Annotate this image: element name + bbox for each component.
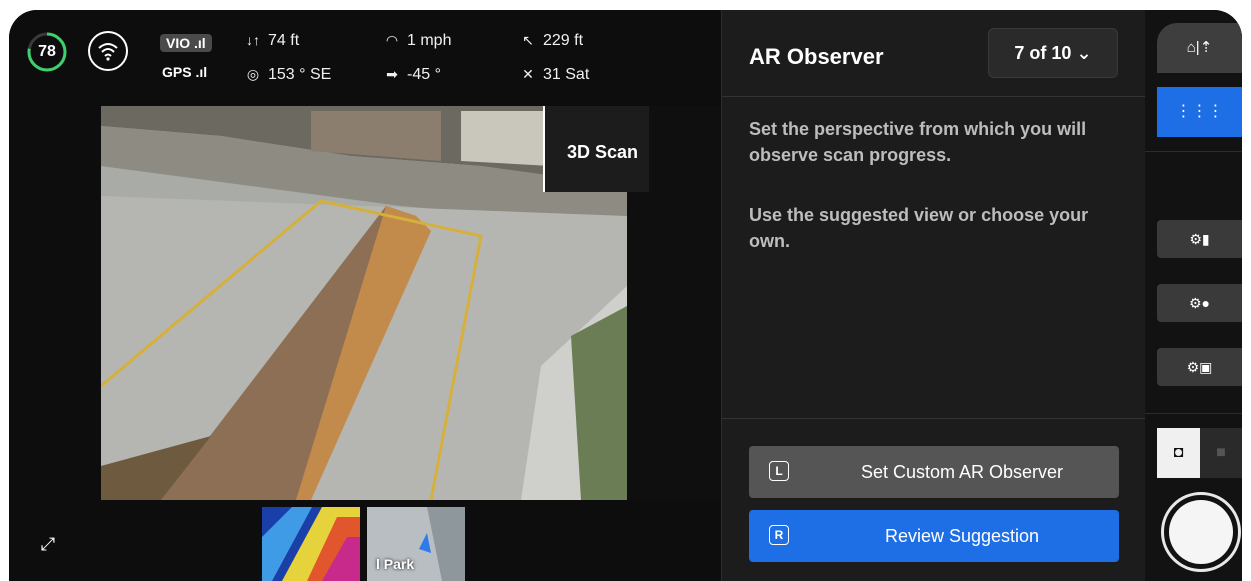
rail-divider (1145, 151, 1242, 152)
map-place-label: l Park (376, 556, 415, 572)
step-selector[interactable]: 7 of 10 ⌄ (988, 28, 1118, 78)
description-perspective: Set the perspective from which you will … (749, 119, 1087, 165)
map-settings-icon: ⚙▮ (1189, 231, 1210, 247)
altitude-readout: ↓↑ 74 ft (244, 32, 299, 50)
signal-button[interactable] (88, 31, 128, 71)
speed-readout: ◠ 1 mph (383, 32, 452, 50)
camera-settings-button[interactable]: ⚙▣ (1157, 348, 1242, 386)
distance-readout: ↖ 229 ft (519, 32, 583, 50)
satellite-value: 31 Sat (543, 66, 590, 83)
wifi-icon (98, 43, 118, 61)
home-upload-icon: ⌂|⇡ (1186, 39, 1213, 56)
thermal-thumbnail[interactable] (262, 507, 360, 581)
shutter-button[interactable] (1169, 500, 1233, 564)
camera-settings-icon: ⚙▣ (1186, 359, 1213, 375)
speedometer-icon: ◠ (385, 32, 399, 48)
vio-signal: VIO .ıl (160, 34, 212, 52)
map-settings-button[interactable]: ⚙▮ (1157, 220, 1242, 258)
return-home-button[interactable]: ⌂|⇡ (1157, 23, 1242, 73)
r-key-icon: R (769, 525, 789, 545)
gps-signal: GPS .ıl (162, 64, 208, 80)
panel-divider (722, 96, 1146, 97)
photo-mode-button[interactable]: ◘ (1157, 428, 1200, 478)
heading-value: 153 ° SE (268, 66, 332, 83)
bottom-strip (9, 500, 721, 581)
app-grid-button[interactable]: ⋮⋮⋮ (1157, 87, 1242, 137)
grid-icon: ⋮⋮⋮ (1175, 103, 1224, 120)
thermal-image (262, 507, 360, 581)
flight-settings-button[interactable]: ⚙● (1157, 284, 1242, 322)
satellite-icon: ✕ (522, 66, 534, 82)
set-custom-ar-observer-button[interactable]: L Set Custom AR Observer (749, 446, 1119, 498)
home-distance-icon: ↖ (522, 32, 534, 48)
camera-icon: ◘ (1173, 444, 1184, 461)
speed-value: 1 mph (407, 32, 452, 49)
distance-value: 229 ft (543, 32, 584, 49)
chevron-down-icon: ⌄ (1076, 43, 1092, 63)
right-rail: ⌂|⇡ ⋮⋮⋮ ⚙▮ ⚙● ⚙▣ ◘ ■ (1145, 10, 1242, 581)
heading-readout: ◎ 153 ° SE (244, 66, 331, 84)
description-choice: Use the suggested view or choose your ow… (749, 205, 1089, 251)
step-label: 7 of 10 (1014, 43, 1072, 63)
video-mode-button[interactable]: ■ (1200, 428, 1242, 478)
panel-divider-bottom (722, 418, 1146, 419)
panel-title: AR Observer (749, 44, 884, 69)
satellite-readout: ✕ 31 Sat (519, 66, 589, 84)
scan-mode-label: 3D Scan (543, 106, 649, 192)
camera-left-margin (9, 106, 101, 500)
gimbal-value: -45 ° (407, 66, 441, 83)
l-key-icon: L (769, 461, 789, 481)
set-custom-label: Set Custom AR Observer (860, 462, 1064, 482)
review-suggestion-label: Review Suggestion (884, 526, 1040, 546)
telemetry-bar: 78 VIO .ıl GPS .ıl ↓↑ 74 ft ◎ 153 ° SE ◠ 1 … (9, 10, 721, 106)
flight-settings-icon: ⚙● (1188, 295, 1210, 311)
gimbal-icon: ➡ (386, 66, 398, 82)
gimbal-readout: ➡ -45 ° (383, 66, 441, 84)
altitude-icon: ↓↑ (246, 32, 260, 48)
compass-icon: ◎ (246, 66, 260, 82)
review-suggestion-button[interactable]: R Review Suggestion (749, 510, 1119, 562)
video-icon: ■ (1216, 444, 1226, 461)
rail-divider-lower (1145, 413, 1242, 414)
battery-level: 78 (38, 43, 56, 60)
drone-controller-screen: 78 VIO .ıl GPS .ıl ↓↑ 74 ft ◎ 153 ° SE ◠ 1 … (9, 10, 1242, 581)
altitude-value: 74 ft (268, 32, 300, 49)
ar-observer-panel: AR Observer 7 of 10 ⌄ Set the perspectiv… (721, 10, 1146, 581)
expand-icon[interactable]: ⤢ (37, 533, 59, 555)
